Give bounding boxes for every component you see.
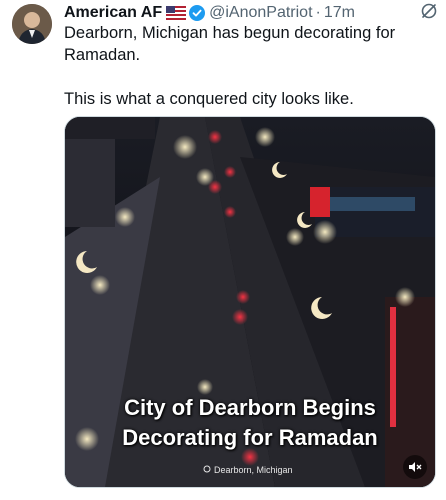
location-text: Dearborn, Michigan [214, 465, 293, 475]
location-pin-icon [203, 465, 211, 475]
tweet-text-line1: Dearborn, Michigan has begun decorating … [64, 24, 396, 64]
verified-badge-icon[interactable] [189, 5, 206, 21]
video-caption-line1: City of Dearborn Begins [124, 395, 376, 420]
video-location-label: Dearborn, Michigan [203, 465, 293, 475]
author-handle[interactable]: @iAnonPatriot [209, 4, 312, 22]
tweet-text: Dearborn, Michigan has begun decorating … [64, 22, 436, 110]
author-avatar[interactable] [12, 4, 52, 44]
separator-dot: · [315, 4, 321, 21]
tweet-video[interactable]: City of Dearborn Begins Decorating for R… [64, 116, 436, 488]
volume-muted-icon[interactable] [403, 455, 427, 479]
tweet-timestamp[interactable]: 17m [324, 4, 355, 22]
grok-icon[interactable] [420, 2, 438, 20]
us-flag-icon [166, 6, 187, 20]
tweet-text-line2: This is what a conquered city looks like… [64, 90, 354, 108]
tweet-action-bar [64, 492, 434, 500]
video-caption-line2: Decorating for Ramadan [122, 425, 378, 450]
tweet-header: American AF @iAnonPatriot · 17m [64, 2, 434, 24]
author-name[interactable]: American AF [64, 4, 162, 22]
